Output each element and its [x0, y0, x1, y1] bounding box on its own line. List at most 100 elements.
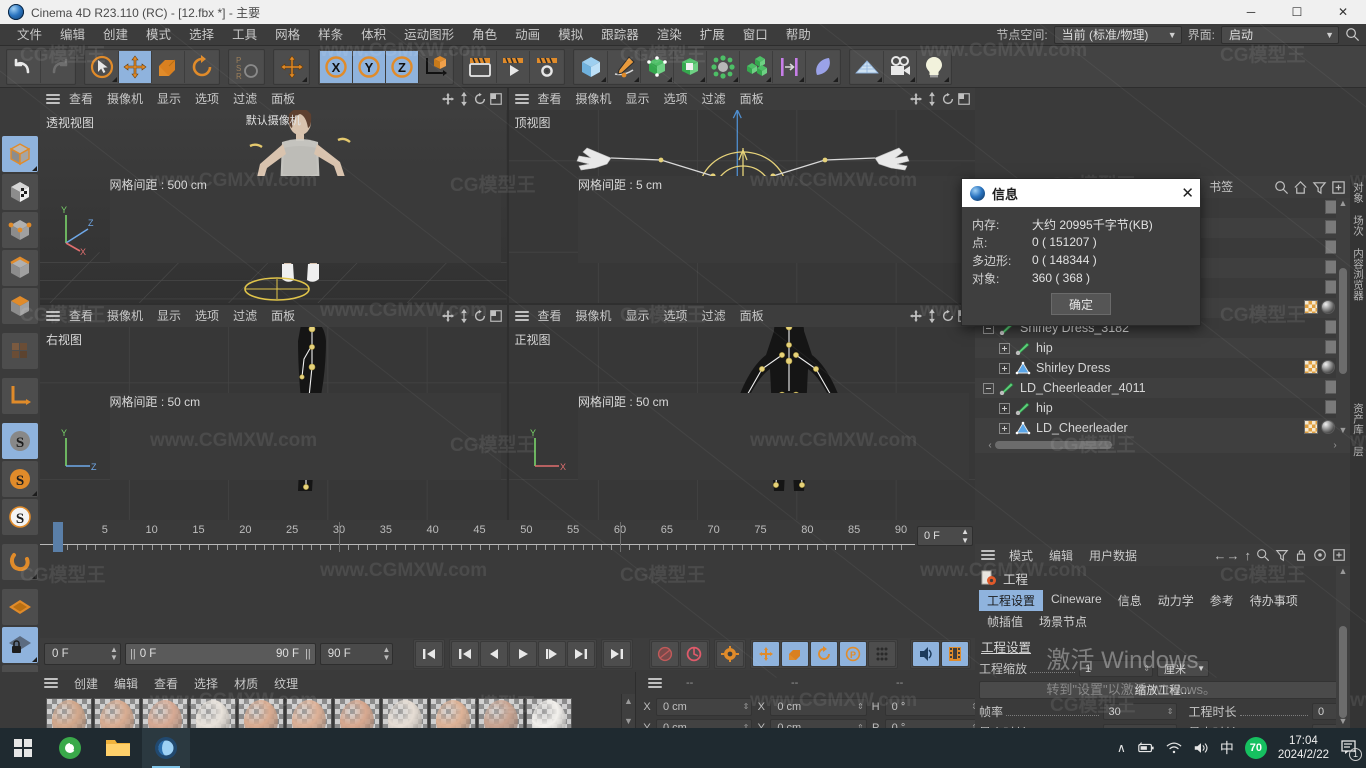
menu-item-6[interactable]: 网格 [266, 24, 309, 46]
vp-menu-panel[interactable]: 面板 [264, 305, 302, 327]
menu-item-10[interactable]: 角色 [463, 24, 506, 46]
cube-primitive-button[interactable] [575, 50, 608, 83]
x-axis-button[interactable]: X [320, 50, 353, 83]
material-menu-0[interactable]: 创建 [66, 675, 106, 692]
polygon-mode-button[interactable] [2, 288, 38, 324]
world-object-toggle-button[interactable] [419, 50, 452, 83]
side-tab-asset-library[interactable]: 资产库 [1350, 397, 1366, 441]
notification-center-button[interactable]: 1 [1340, 739, 1362, 761]
next-frame-button[interactable] [537, 641, 566, 667]
z-axis-button[interactable]: Z [386, 50, 419, 83]
battery-icon[interactable] [1137, 741, 1155, 755]
coord-position-field[interactable]: 0 cm ⇕ [656, 698, 753, 716]
object-manager-hscrollbar[interactable]: ‹ › [975, 437, 1350, 453]
attribute-tab-3[interactable]: 动力学 [1150, 590, 1202, 611]
go-to-start-button[interactable] [414, 641, 443, 667]
camera-button[interactable] [884, 50, 917, 83]
spinner-icon[interactable]: ▲ ▼ [383, 646, 391, 662]
attribute-tab-0[interactable]: 工程设置 [979, 590, 1044, 611]
material-preview[interactable] [46, 698, 92, 728]
taskbar-cinema4d-button[interactable] [142, 728, 190, 768]
record-active-objects-button[interactable] [651, 641, 679, 667]
scene-nodes-button[interactable] [707, 50, 740, 83]
viewport-top[interactable]: 查看 摄像机 显示 选项 过滤 面板 顶视图 网格间距: 5 cm [508, 88, 975, 303]
material-item[interactable]: Mouth [382, 698, 428, 728]
coord-rotation-field[interactable]: 0 °⇕ [884, 698, 981, 716]
viewport-right[interactable]: 查看 摄像机 显示 选项 过滤 面板 Y Z 右视图 网格间距: 50 cm [40, 305, 507, 520]
edge-mode-button[interactable] [2, 250, 38, 286]
material-item[interactable]: Face [94, 698, 140, 728]
coord-size-field[interactable]: 0 cm ⇕ [770, 698, 867, 716]
y-axis-button[interactable]: Y [353, 50, 386, 83]
psr-button[interactable]: PSR [230, 50, 263, 83]
vp-menu-display[interactable]: 显示 [619, 305, 657, 327]
record-scale-button[interactable] [781, 641, 809, 667]
material-tag-icon[interactable] [1304, 360, 1318, 374]
menu-item-13[interactable]: 跟踪器 [592, 24, 648, 46]
target-icon[interactable] [1313, 548, 1327, 562]
menu-item-8[interactable]: 体积 [352, 24, 395, 46]
material-menu-4[interactable]: 材质 [226, 675, 266, 692]
material-sphere-tag-icon[interactable] [1321, 420, 1335, 434]
attr-menu-1[interactable]: 编辑 [1041, 547, 1081, 564]
rotate-tool-button[interactable] [185, 50, 218, 83]
attr-menu-2[interactable]: 用户数据 [1081, 547, 1145, 564]
model-mode-button[interactable] [2, 136, 38, 172]
spinner-icon[interactable]: ⇕ [1143, 664, 1150, 673]
material-menu-1[interactable]: 编辑 [106, 675, 146, 692]
timeline-current-frame-field[interactable]: 0 F ▲ ▼ [917, 526, 973, 546]
zoom-icon[interactable] [457, 92, 471, 106]
material-tag-icon[interactable] [1304, 300, 1318, 314]
vp-menu-panel[interactable]: 面板 [733, 305, 771, 327]
object-row[interactable]: Shirley Dress [975, 358, 1350, 378]
vp-menu-camera[interactable]: 摄像机 [569, 305, 619, 327]
project-scale-field[interactable]: 1 ⇕ [1079, 660, 1153, 677]
zoom-icon[interactable] [925, 92, 939, 106]
side-tab-takes[interactable]: 场次 [1350, 209, 1366, 242]
point-mode-button[interactable] [2, 212, 38, 248]
scroll-up-icon[interactable]: ▲ [624, 696, 633, 706]
vp-menu-view[interactable]: 查看 [62, 88, 100, 110]
close-button[interactable]: ✕ [1320, 0, 1366, 24]
back-forward-icon[interactable]: ←→ [1214, 548, 1240, 563]
layout-select[interactable]: 启动 ▼ [1221, 25, 1339, 44]
object-manager-vscrollbar[interactable]: ▲ ▼ [1336, 198, 1350, 437]
sound-toggle-button[interactable] [912, 641, 940, 667]
project-scale-unit-select[interactable]: 厘米 ▼ [1157, 660, 1209, 677]
attribute-tab-4[interactable]: 参考 [1202, 590, 1242, 611]
spinner-icon[interactable]: ▲ ▼ [961, 527, 969, 545]
menu-item-5[interactable]: 工具 [223, 24, 266, 46]
hamburger-icon[interactable] [646, 677, 664, 689]
material-preview[interactable] [430, 698, 476, 728]
spinner-icon[interactable]: ⇕ [1167, 707, 1174, 716]
side-tab-content-browser[interactable]: 内容浏览器 [1350, 242, 1366, 307]
timeline-view-button[interactable] [941, 641, 969, 667]
timeline-playhead[interactable] [53, 522, 63, 552]
vp-menu-options[interactable]: 选项 [657, 88, 695, 110]
maximize-viewport-icon[interactable] [957, 92, 971, 106]
range-grip-right-icon[interactable]: || [305, 648, 311, 660]
scale-tool-button[interactable] [152, 50, 185, 83]
attr-field-left[interactable]: 30 ⇕ [1102, 703, 1177, 720]
viewport-solo-button[interactable]: S [2, 461, 38, 497]
material-item[interactable]: EyeMois [526, 698, 572, 728]
record-rotation-button[interactable] [810, 641, 838, 667]
spline-effector-button[interactable] [773, 50, 806, 83]
vp-menu-view[interactable]: 查看 [62, 305, 100, 327]
attribute-tab-2[interactable]: 信息 [1110, 590, 1150, 611]
nurbs-button[interactable] [641, 50, 674, 83]
material-sphere-tag-icon[interactable] [1321, 360, 1335, 374]
vp-menu-view[interactable]: 查看 [531, 305, 569, 327]
play-button[interactable] [508, 641, 537, 667]
menu-item-14[interactable]: 渲染 [648, 24, 691, 46]
expand-icon[interactable] [999, 342, 1010, 354]
info-dialog[interactable]: 信息 ✕ 内存: 大约 20995千字节(KB) 点: 0 ( 151207 ) 多边形… [961, 178, 1201, 326]
vp-menu-panel[interactable]: 面板 [264, 88, 302, 110]
vp-menu-camera[interactable]: 摄像机 [569, 88, 619, 110]
vp-menu-options[interactable]: 选项 [657, 305, 695, 327]
material-item[interactable]: Torso [46, 698, 92, 728]
vp-menu-display[interactable]: 显示 [619, 88, 657, 110]
vp-menu-filter[interactable]: 过滤 [226, 305, 264, 327]
workplane-button[interactable] [2, 589, 38, 625]
enable-axis-button[interactable]: S [2, 423, 38, 459]
